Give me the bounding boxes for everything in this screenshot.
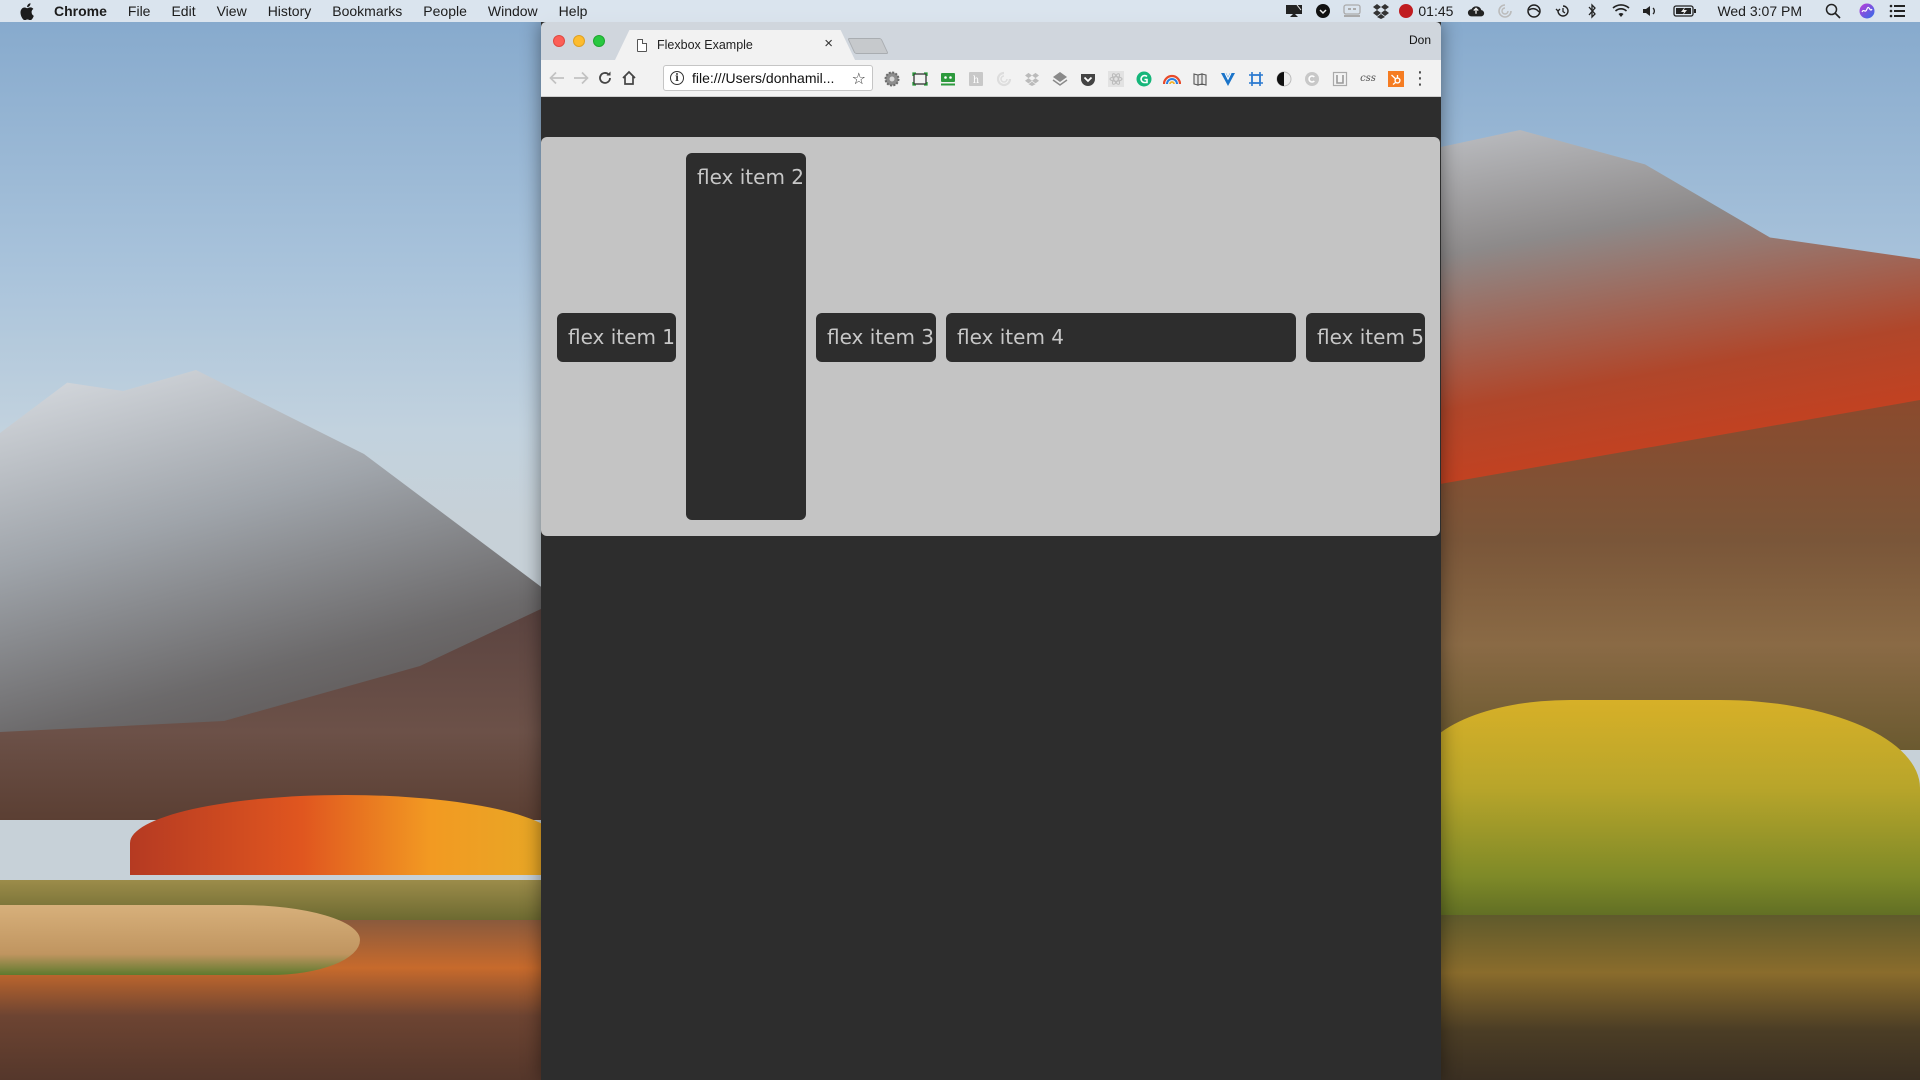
battery-icon[interactable]: [1673, 3, 1697, 19]
reload-button[interactable]: [595, 68, 615, 88]
window-maximize-button[interactable]: [593, 35, 605, 47]
spinner-icon[interactable]: [1496, 3, 1514, 19]
vue-devtools-icon[interactable]: [1219, 70, 1237, 88]
wifi-icon[interactable]: [1612, 3, 1630, 19]
settings-gear-icon[interactable]: [883, 70, 901, 88]
tab-title: Flexbox Example: [657, 38, 753, 52]
flex-item-2: flex item 2: [686, 153, 806, 520]
notification-center-icon[interactable]: [1888, 3, 1906, 19]
vpn-icon[interactable]: [995, 70, 1013, 88]
document-icon: [637, 38, 647, 52]
tab-strip: Flexbox Example × Don: [541, 22, 1441, 60]
css-ext-icon[interactable]: css: [1359, 70, 1377, 88]
menu-view[interactable]: View: [217, 3, 247, 19]
profile-button[interactable]: Don: [1409, 33, 1431, 47]
shield-icon[interactable]: [1314, 3, 1332, 19]
tab-flexbox-example[interactable]: Flexbox Example ×: [615, 30, 855, 60]
reader-book-icon[interactable]: [1191, 70, 1209, 88]
page-viewport: flex item 1 flex item 2 flex item 3 flex…: [541, 97, 1441, 1080]
spotlight-search-icon[interactable]: [1824, 3, 1842, 19]
grid-ruler-icon[interactable]: [1247, 70, 1265, 88]
keyboard-icon[interactable]: [1343, 3, 1362, 19]
menu-people[interactable]: People: [423, 3, 467, 19]
time-machine-icon[interactable]: [1554, 3, 1572, 19]
menu-bookmarks[interactable]: Bookmarks: [332, 3, 402, 19]
browser-toolbar: i file:///Users/donhamil... ☆ h css ⋮: [541, 60, 1441, 97]
grammarly-icon[interactable]: [1135, 70, 1153, 88]
url-text[interactable]: file:///Users/donhamil...: [692, 70, 834, 86]
bookmark-star-icon[interactable]: ☆: [852, 69, 866, 89]
flex-item-4: flex item 4: [946, 313, 1296, 362]
menu-help[interactable]: Help: [559, 3, 588, 19]
flex-container: flex item 1 flex item 2 flex item 3 flex…: [541, 137, 1440, 536]
mac-menu-bar: Chrome File Edit View History Bookmarks …: [0, 0, 1920, 22]
wallpaper-lake-right: [1420, 915, 1920, 1080]
menu-file[interactable]: File: [128, 3, 151, 19]
cloud-upload-icon[interactable]: [1467, 3, 1485, 19]
menu-app-chrome[interactable]: Chrome: [54, 3, 107, 19]
chrome-window: Flexbox Example × Don i file:///Users/do…: [541, 22, 1441, 1080]
sync-icon[interactable]: [1525, 3, 1543, 19]
tab-close-icon[interactable]: ×: [824, 36, 833, 52]
hubspot-icon[interactable]: [1387, 70, 1405, 88]
apple-menu-icon[interactable]: [20, 2, 36, 20]
back-button[interactable]: [547, 68, 567, 88]
rainbow-arc-icon[interactable]: [1163, 70, 1181, 88]
wallpaper-field-left: [0, 905, 360, 975]
flex-item-3: flex item 3: [816, 313, 936, 362]
flex-item-1: flex item 1: [557, 313, 676, 362]
extensions-area: h css: [883, 60, 1415, 97]
rememberthemilk-icon[interactable]: [939, 70, 957, 88]
forward-button[interactable]: [571, 68, 591, 88]
menu-history[interactable]: History: [268, 3, 312, 19]
hypothesis-icon[interactable]: h: [967, 70, 985, 88]
menu-window[interactable]: Window: [488, 3, 538, 19]
react-devtools-icon[interactable]: [1107, 70, 1125, 88]
site-info-icon[interactable]: i: [670, 71, 684, 85]
dropbox-ext-icon[interactable]: [1023, 70, 1041, 88]
menu-edit[interactable]: Edit: [171, 3, 195, 19]
dropbox-icon[interactable]: [1372, 3, 1390, 19]
flex-item-5: flex item 5: [1306, 313, 1425, 362]
svg-text:h: h: [973, 75, 980, 86]
home-button[interactable]: [619, 68, 639, 88]
address-bar[interactable]: i file:///Users/donhamil... ☆: [663, 65, 873, 91]
new-tab-button[interactable]: [847, 38, 889, 54]
airplay-icon[interactable]: [1285, 3, 1303, 19]
copyright-icon[interactable]: [1303, 70, 1321, 88]
contrast-icon[interactable]: [1275, 70, 1293, 88]
menu-bar-status-area: 01:45 Wed 3:07 PM: [1274, 0, 1920, 22]
window-minimize-button[interactable]: [573, 35, 585, 47]
siri-icon[interactable]: [1858, 3, 1876, 19]
chrome-menu-icon[interactable]: ⋮: [1411, 68, 1429, 88]
pocket-icon[interactable]: [1079, 70, 1097, 88]
record-icon[interactable]: [1398, 3, 1414, 19]
wallpaper-foliage-right: [1420, 700, 1920, 920]
window-close-button[interactable]: [553, 35, 565, 47]
bluetooth-icon[interactable]: [1583, 3, 1601, 19]
menu-bar-clock[interactable]: Wed 3:07 PM: [1717, 3, 1802, 19]
ublock-icon[interactable]: [1331, 70, 1349, 88]
screenshot-icon[interactable]: [911, 70, 929, 88]
recording-timer: 01:45: [1418, 3, 1454, 19]
volume-icon[interactable]: [1641, 3, 1659, 19]
layers-icon[interactable]: [1051, 70, 1069, 88]
